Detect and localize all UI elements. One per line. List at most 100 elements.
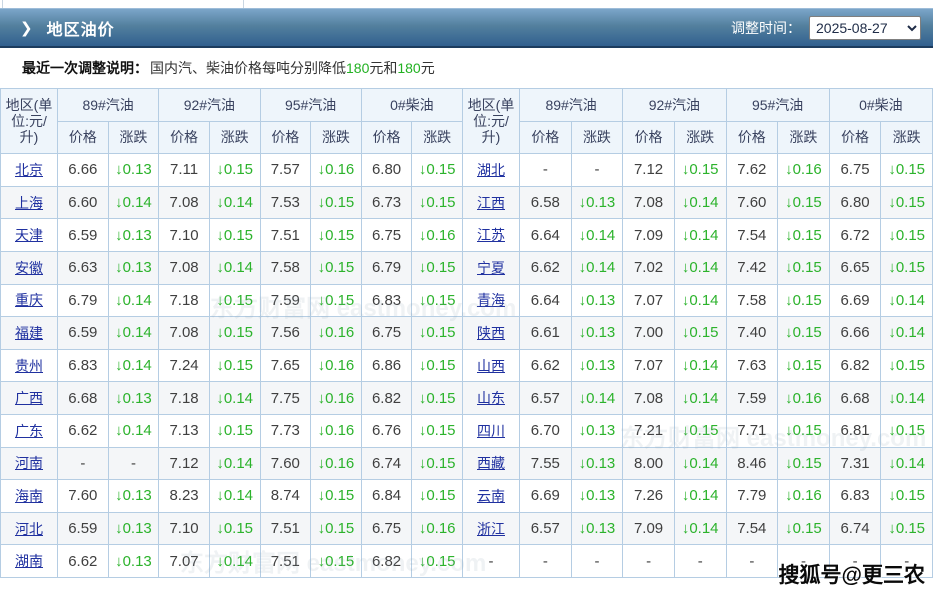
region-link[interactable]: 江苏	[477, 227, 505, 243]
change-cell: ↓0.14	[209, 480, 260, 513]
price-cell: 6.75	[361, 219, 412, 252]
region-link[interactable]: 海南	[15, 488, 43, 504]
region-link[interactable]: 河北	[15, 521, 43, 537]
region-link[interactable]: 陕西	[477, 325, 505, 341]
change-cell: ↓0.13	[108, 154, 159, 187]
notice-row: 最近一次调整说明： 国内汽、柴油价格每吨分别降低180元和180元	[0, 48, 933, 88]
change-cell: ↓0.14	[571, 382, 623, 415]
region-cell: 山西	[463, 349, 520, 382]
region-link[interactable]: 宁夏	[477, 260, 505, 276]
price-cell: 6.83	[361, 284, 412, 317]
region-cell: 浙江	[463, 512, 520, 545]
region-link[interactable]: 江西	[477, 195, 505, 211]
region-link[interactable]: 青海	[477, 292, 505, 308]
region-link[interactable]: 山西	[477, 358, 505, 374]
price-cell: 6.74	[361, 447, 412, 480]
change-cell: ↓0.14	[674, 512, 726, 545]
price-cell: 7.09	[623, 219, 675, 252]
notice-label: 最近一次调整说明：	[22, 58, 148, 78]
region-cell: 西藏	[463, 447, 520, 480]
page: ❯ 地区油价 调整时间： 2025-08-27 最近一次调整说明： 国内汽、柴油…	[0, 0, 933, 601]
price-cell: -	[520, 545, 572, 578]
region-link[interactable]: 云南	[477, 488, 505, 504]
price-cell: -	[623, 545, 675, 578]
price-cell: 6.76	[361, 414, 412, 447]
price-cell: 6.84	[361, 480, 412, 513]
table-row: 四川6.70↓0.137.21↓0.157.71↓0.156.81↓0.15	[463, 414, 933, 447]
region-cell: 湖南	[1, 545, 58, 578]
price-cell: 6.65	[829, 251, 881, 284]
change-cell: ↓0.14	[674, 447, 726, 480]
table-row: 江苏6.64↓0.147.09↓0.147.54↓0.156.72↓0.15	[463, 219, 933, 252]
region-cell: 云南	[463, 480, 520, 513]
sub-column-header: 价格	[159, 121, 210, 154]
change-cell: ↓0.15	[311, 284, 362, 317]
region-link[interactable]: 河南	[15, 455, 43, 471]
region-cell: 贵州	[1, 349, 58, 382]
region-link[interactable]: 天津	[15, 227, 43, 243]
price-cell: 6.62	[520, 251, 572, 284]
price-cell: 6.57	[520, 512, 572, 545]
price-cell: 6.64	[520, 219, 572, 252]
price-cell: 6.68	[829, 382, 881, 415]
region-link[interactable]: 西藏	[477, 455, 505, 471]
price-cell: 6.82	[361, 545, 412, 578]
price-cell: 7.18	[159, 284, 210, 317]
region-link[interactable]: 广东	[15, 423, 43, 439]
region-link[interactable]: 湖南	[15, 553, 43, 569]
change-cell: ↓0.13	[108, 480, 159, 513]
table-row: 山西6.62↓0.137.07↓0.147.63↓0.156.82↓0.15	[463, 349, 933, 382]
table-row: 北京6.66↓0.137.11↓0.157.57↓0.166.80↓0.15	[1, 154, 463, 187]
sub-column-header: 价格	[361, 121, 412, 154]
price-cell: 6.73	[361, 186, 412, 219]
price-cell: 7.56	[260, 317, 311, 350]
region-cell: 青海	[463, 284, 520, 317]
table-row: 云南6.69↓0.137.26↓0.147.79↓0.166.83↓0.15	[463, 480, 933, 513]
change-cell: ↓0.15	[412, 186, 463, 219]
region-link[interactable]: 浙江	[477, 521, 505, 537]
adjust-time-label: 调整时间：	[731, 18, 801, 38]
price-cell: 7.08	[159, 186, 210, 219]
change-cell: ↓0.14	[108, 284, 159, 317]
change-cell: ↓0.16	[412, 512, 463, 545]
price-cell: 6.83	[829, 480, 881, 513]
region-link[interactable]: 重庆	[15, 292, 43, 308]
sub-column-header: 价格	[260, 121, 311, 154]
change-cell: ↓0.14	[674, 349, 726, 382]
price-cell: 6.59	[58, 512, 109, 545]
price-cell: 7.58	[726, 284, 778, 317]
fuel-group-header: 92#汽油	[159, 89, 260, 122]
price-cell: 7.02	[623, 251, 675, 284]
change-cell: ↓0.15	[209, 154, 260, 187]
price-cell: 7.18	[159, 382, 210, 415]
table-row: 上海6.60↓0.147.08↓0.147.53↓0.156.73↓0.15	[1, 186, 463, 219]
region-link[interactable]: 贵州	[15, 358, 43, 374]
region-cell: 安徽	[1, 251, 58, 284]
price-cell: 7.24	[159, 349, 210, 382]
fuel-group-header: 0#柴油	[829, 89, 932, 122]
change-cell: ↓0.15	[412, 414, 463, 447]
price-cell: -	[520, 154, 572, 187]
price-cell: 6.79	[361, 251, 412, 284]
change-cell: ↓0.13	[571, 447, 623, 480]
region-link[interactable]: 上海	[15, 195, 43, 211]
region-link[interactable]: 安徽	[15, 260, 43, 276]
change-cell: ↓0.13	[571, 480, 623, 513]
table-row: 海南7.60↓0.138.23↓0.148.74↓0.156.84↓0.15	[1, 480, 463, 513]
change-cell: ↓0.13	[571, 349, 623, 382]
sub-column-header: 价格	[829, 121, 881, 154]
notice-segment: 元	[421, 60, 435, 76]
region-link[interactable]: 山东	[477, 390, 505, 406]
change-cell: ↓0.13	[108, 545, 159, 578]
adjust-time-select[interactable]: 2025-08-27	[809, 16, 921, 40]
region-link[interactable]: 四川	[477, 423, 505, 439]
region-link[interactable]: 湖北	[477, 162, 505, 178]
price-cell: 7.51	[260, 219, 311, 252]
price-cell: 7.58	[260, 251, 311, 284]
change-cell: ↓0.15	[209, 349, 260, 382]
price-cell: 6.64	[520, 284, 572, 317]
region-link[interactable]: 北京	[15, 162, 43, 178]
region-link[interactable]: 福建	[15, 325, 43, 341]
region-link[interactable]: 广西	[15, 390, 43, 406]
change-cell: ↓0.15	[311, 512, 362, 545]
